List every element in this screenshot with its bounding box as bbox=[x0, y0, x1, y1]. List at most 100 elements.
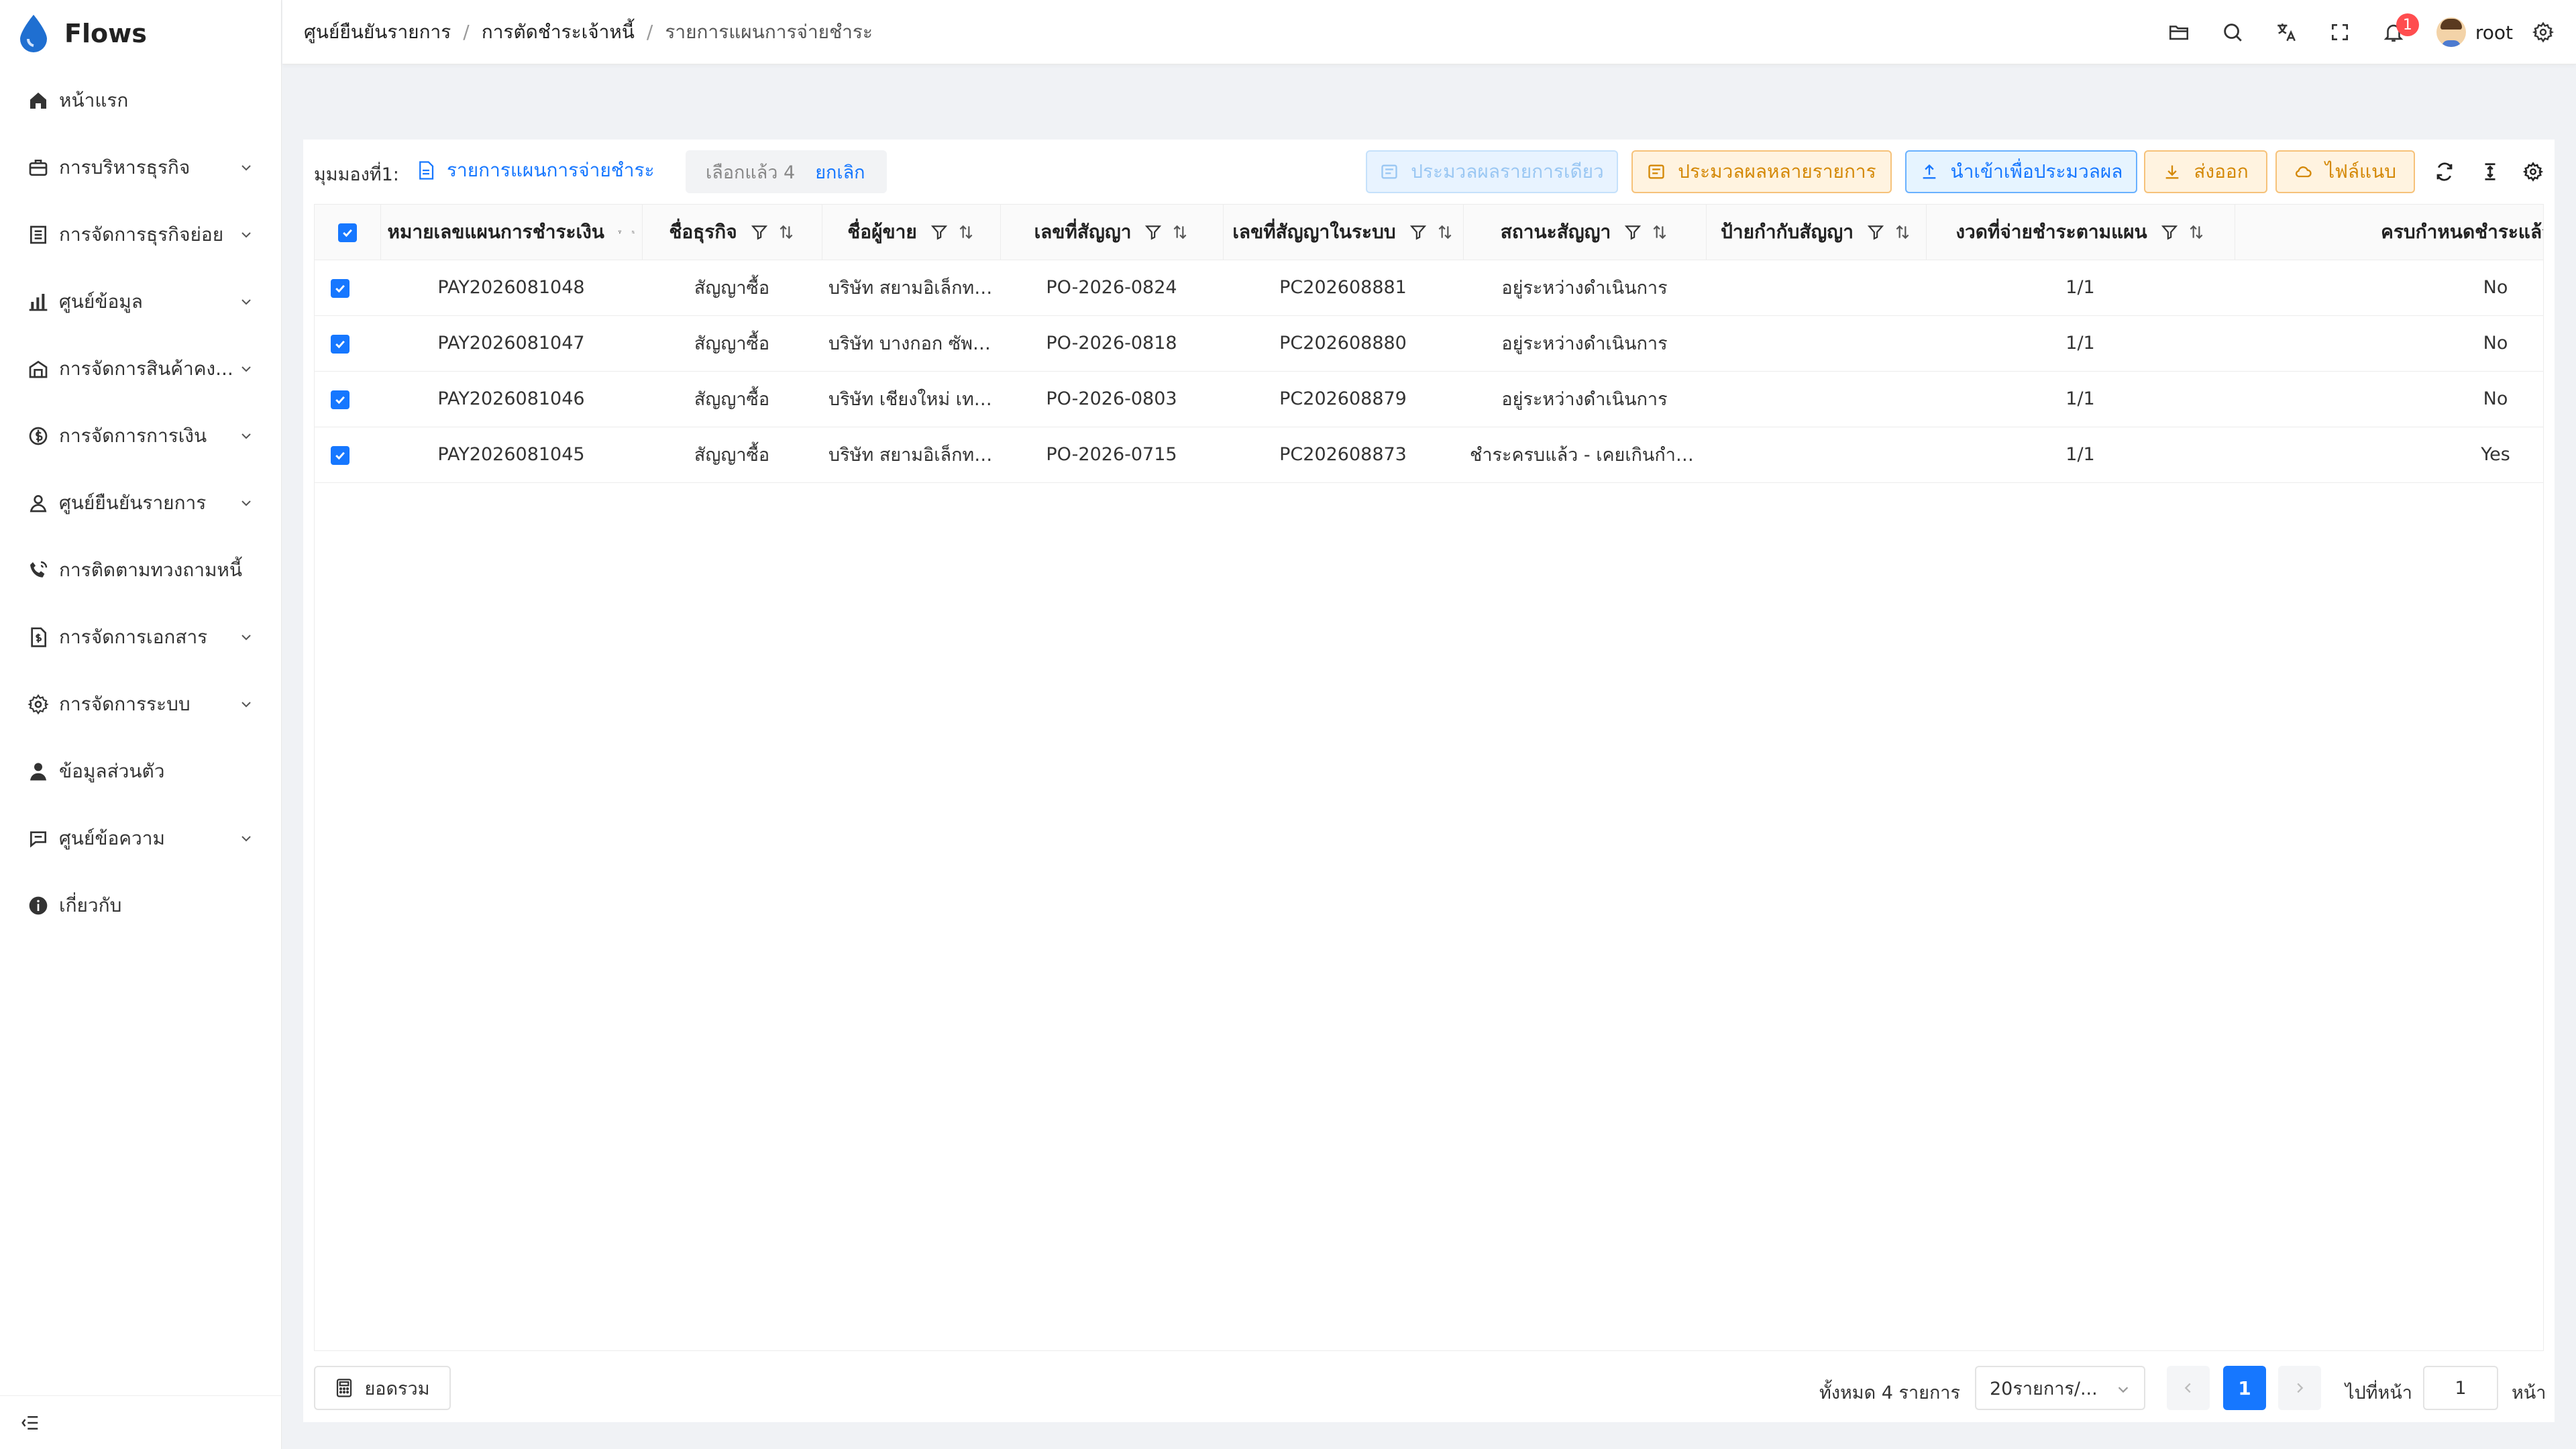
message-icon bbox=[27, 827, 50, 850]
column-header[interactable]: หมายเลขแผนการชำระเงิน bbox=[380, 205, 643, 260]
column-header-label: เลขที่สัญญาในระบบ bbox=[1232, 220, 1396, 243]
export-button[interactable]: ส่งออก bbox=[2144, 150, 2267, 193]
summary-button[interactable]: ยอดรวม bbox=[314, 1366, 451, 1410]
filter-icon[interactable] bbox=[2161, 223, 2178, 241]
download-icon bbox=[2165, 165, 2179, 179]
filter-icon[interactable] bbox=[618, 223, 622, 241]
column-header[interactable]: ชื่อผู้ขาย bbox=[822, 205, 1001, 260]
prev-page-button[interactable] bbox=[2167, 1366, 2210, 1410]
row-select-cell bbox=[315, 315, 380, 372]
sidebar-item[interactable]: เกี่ยวกับ bbox=[0, 872, 281, 939]
sidebar-item-label: การจัดการเอกสาร bbox=[59, 626, 208, 648]
brand[interactable]: Flows bbox=[0, 0, 281, 67]
column-header[interactable]: ป้ายกำกับสัญญา bbox=[1706, 205, 1927, 260]
row-checkbox[interactable] bbox=[331, 445, 350, 465]
page-number-current[interactable]: 1 bbox=[2223, 1366, 2266, 1410]
filter-icon[interactable] bbox=[930, 223, 948, 241]
upload-icon bbox=[1923, 164, 1935, 179]
column-header[interactable]: ชื่อธุรกิจ bbox=[642, 205, 822, 260]
installment-cell: 1/1 bbox=[1926, 260, 2235, 316]
due-status-cell: No bbox=[2235, 371, 2543, 427]
sidebar-item[interactable]: ศูนย์ข้อความ bbox=[0, 805, 281, 872]
filter-icon[interactable] bbox=[1144, 223, 1162, 241]
cancel-selection-link[interactable]: ยกเลิก bbox=[815, 158, 865, 186]
collapse-sidebar-button[interactable] bbox=[0, 1395, 282, 1449]
list-icon bbox=[1648, 164, 1664, 179]
filter-icon[interactable] bbox=[1867, 223, 1884, 241]
column-header[interactable]: เลขที่สัญญา bbox=[1000, 205, 1224, 260]
installment-cell: 1/1 bbox=[1926, 427, 2235, 483]
column-header[interactable]: เลขที่สัญญาในระบบ bbox=[1223, 205, 1464, 260]
search-button[interactable] bbox=[2206, 5, 2259, 59]
select-all-cell bbox=[315, 205, 381, 260]
table-row[interactable]: PAY2026081047 สัญญาซื้อ บริษัท บางกอก ซัพพ… bbox=[315, 315, 2543, 372]
contract-label-cell bbox=[1706, 427, 1926, 483]
sidebar-item[interactable]: การติดตามทวงถามหนี้ bbox=[0, 537, 281, 604]
sort-icon[interactable] bbox=[957, 223, 975, 241]
app-title: Flows bbox=[64, 19, 147, 48]
column-height-button[interactable] bbox=[2477, 158, 2504, 185]
sort-icon[interactable] bbox=[1436, 223, 1454, 241]
table-row[interactable]: PAY2026081048 สัญญาซื้อ บริษัท สยามอิเล็กท… bbox=[315, 260, 2543, 316]
column-header[interactable]: ครบกำหนดชำระแล้ว bbox=[2235, 205, 2543, 260]
view-selector[interactable]: รายการแผนการจ่ายชำระ bbox=[417, 156, 655, 185]
sidebar-item[interactable]: การจัดการระบบ bbox=[0, 671, 281, 738]
sort-icon[interactable] bbox=[1651, 223, 1668, 241]
process-multiple-button[interactable]: ประมวลผลหลายรายการ bbox=[1631, 150, 1892, 193]
process-single-button[interactable]: ประมวลผลรายการเดียว bbox=[1366, 150, 1618, 193]
breadcrumb-item[interactable]: ศูนย์ยืนยันรายการ bbox=[304, 17, 451, 47]
row-checkbox[interactable] bbox=[331, 334, 350, 354]
select-all-checkbox[interactable] bbox=[337, 223, 357, 243]
import-button[interactable]: นำเข้าเพื่อประมวลผล bbox=[1905, 150, 2137, 193]
sidebar-item[interactable]: การจัดการเอกสาร bbox=[0, 604, 281, 671]
sort-icon[interactable] bbox=[1894, 223, 1911, 241]
sort-icon[interactable] bbox=[2188, 223, 2205, 241]
header-actions: 1 root bbox=[2152, 0, 2560, 64]
sidebar-item[interactable]: การบริหารธุรกิจ bbox=[0, 134, 281, 201]
sidebar-item[interactable]: ข้อมูลส่วนตัว bbox=[0, 738, 281, 805]
sort-icon[interactable] bbox=[631, 223, 635, 241]
sidebar-item[interactable]: การจัดการสินค้าคง... bbox=[0, 335, 281, 402]
sort-icon[interactable] bbox=[777, 223, 795, 241]
table-row[interactable]: PAY2026081045 สัญญาซื้อ บริษัท สยามอิเล็กท… bbox=[315, 427, 2543, 483]
row-checkbox[interactable] bbox=[331, 278, 350, 298]
gear-icon bbox=[2532, 21, 2554, 43]
sidebar-item-label: ศูนย์ยืนยันรายการ bbox=[59, 492, 207, 514]
language-button[interactable] bbox=[2259, 5, 2313, 59]
sidebar-item-label: การบริหารธุรกิจ bbox=[59, 156, 191, 178]
notification-button[interactable]: 1 bbox=[2367, 5, 2420, 59]
chevron-down-icon bbox=[2118, 1387, 2129, 1393]
table-row[interactable]: PAY2026081046 สัญญาซื้อ บริษัท เชียงใหม่ เ… bbox=[315, 371, 2543, 427]
indent-left-icon bbox=[21, 1415, 38, 1430]
refresh-button[interactable] bbox=[2431, 158, 2458, 185]
sidebar-item-label: การจัดการการเงิน bbox=[59, 425, 207, 447]
sidebar-item[interactable]: ศูนย์ยืนยันรายการ bbox=[0, 470, 281, 537]
sidebar-item[interactable]: การจัดการธุรกิจย่อย bbox=[0, 201, 281, 268]
filter-icon[interactable] bbox=[1624, 223, 1642, 241]
contract-label-cell bbox=[1706, 315, 1926, 372]
settings-button[interactable] bbox=[2526, 5, 2560, 59]
filter-icon[interactable] bbox=[751, 223, 768, 241]
next-page-button[interactable] bbox=[2278, 1366, 2321, 1410]
table-settings-button[interactable] bbox=[2520, 158, 2546, 185]
breadcrumb-item[interactable]: การตัดชำระเจ้าหนี้ bbox=[482, 17, 635, 47]
sort-icon[interactable] bbox=[1171, 223, 1189, 241]
system-contract-number-cell: PC202608881 bbox=[1223, 260, 1463, 316]
goto-page-input[interactable]: 1 bbox=[2423, 1366, 2498, 1410]
attachment-button[interactable]: ไฟล์แนบ bbox=[2275, 150, 2415, 193]
row-checkbox[interactable] bbox=[331, 390, 350, 409]
column-header[interactable]: งวดที่จ่ายชำระตามแผน bbox=[1926, 205, 2235, 260]
fullscreen-button[interactable] bbox=[2313, 5, 2367, 59]
chevron-left-icon bbox=[2184, 1383, 2191, 1393]
sidebar-item[interactable]: การจัดการการเงิน bbox=[0, 402, 281, 470]
sidebar-item[interactable]: ศูนย์ข้อมูล bbox=[0, 268, 281, 335]
page-size-select[interactable]: 20รายการ/... bbox=[1975, 1366, 2145, 1410]
column-header[interactable]: สถานะสัญญา bbox=[1463, 205, 1707, 260]
business-name-cell: สัญญาซื้อ bbox=[642, 260, 822, 316]
user-menu[interactable]: root bbox=[2436, 17, 2513, 47]
filter-icon[interactable] bbox=[1409, 223, 1427, 241]
sidebar-item[interactable]: หน้าแรก bbox=[0, 67, 281, 134]
folder-button[interactable] bbox=[2152, 5, 2206, 59]
page-size-value: 20รายการ/... bbox=[1990, 1378, 2098, 1399]
chevron-right-icon bbox=[2297, 1383, 2304, 1393]
